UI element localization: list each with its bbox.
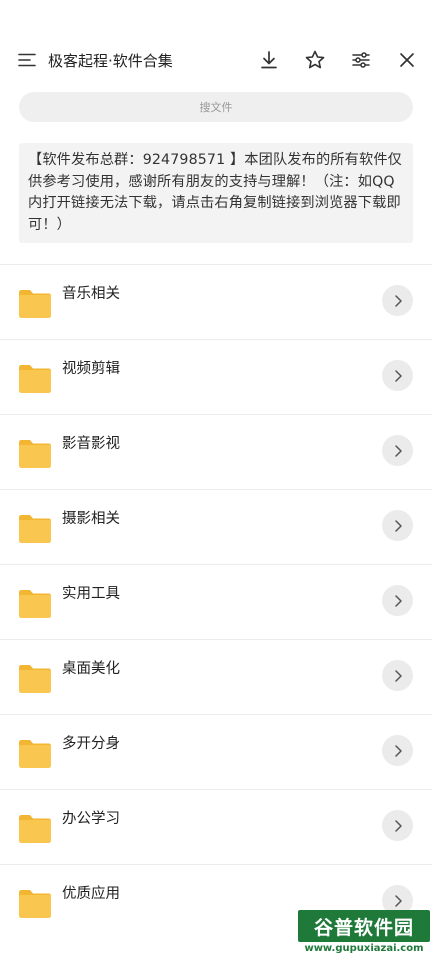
menu-button[interactable]	[14, 50, 40, 70]
folder-label: 影音影视	[62, 436, 120, 452]
open-folder-button[interactable]	[382, 360, 413, 391]
watermark: 谷普软件园 www.gupuxiazai.com	[298, 910, 430, 958]
open-folder-button[interactable]	[382, 810, 413, 841]
favorite-button[interactable]	[300, 45, 330, 75]
star-icon	[305, 50, 325, 69]
folder-row-multi-instance[interactable]: 多开分身	[0, 714, 432, 789]
settings-button[interactable]	[346, 45, 376, 75]
folder-label: 摄影相关	[62, 511, 120, 527]
chevron-right-icon	[394, 594, 402, 607]
close-button[interactable]	[392, 45, 422, 75]
folder-icon	[19, 665, 51, 693]
folder-icon	[19, 740, 51, 768]
chevron-right-icon	[394, 519, 402, 532]
watermark-url: www.gupuxiazai.com	[304, 943, 424, 954]
open-folder-button[interactable]	[382, 435, 413, 466]
folder-label: 视频剪辑	[62, 361, 120, 377]
chevron-right-icon	[394, 819, 402, 832]
folder-row-photography[interactable]: 摄影相关	[0, 489, 432, 564]
folder-icon	[19, 815, 51, 843]
folder-label: 优质应用	[62, 886, 120, 902]
download-icon	[261, 51, 277, 69]
chevron-right-icon	[394, 894, 402, 907]
folder-icon	[19, 890, 51, 918]
folder-label: 办公学习	[62, 811, 120, 827]
notice-box: 【软件发布总群：924798571 】本团队发布的所有软件仅供参考习使用，感谢所…	[19, 143, 413, 243]
folder-icon	[19, 365, 51, 393]
folder-icon	[19, 590, 51, 618]
folder-label: 桌面美化	[62, 661, 120, 677]
folder-icon	[19, 515, 51, 543]
watermark-name: 谷普软件园	[313, 916, 414, 939]
folder-row-music[interactable]: 音乐相关	[0, 264, 432, 339]
top-bar: 极客起程·软件合集	[0, 38, 432, 82]
notice-text: 【软件发布总群：924798571 】本团队发布的所有软件仅供参考习使用，感谢所…	[28, 152, 402, 233]
page-title: 极客起程·软件合集	[48, 51, 173, 70]
header-actions	[238, 38, 422, 82]
chevron-right-icon	[394, 669, 402, 682]
chevron-right-icon	[394, 744, 402, 757]
folder-row-tools[interactable]: 实用工具	[0, 564, 432, 639]
open-folder-button[interactable]	[382, 510, 413, 541]
search-input[interactable]: 搜文件	[19, 92, 413, 122]
open-folder-button[interactable]	[382, 585, 413, 616]
folder-row-video-editing[interactable]: 视频剪辑	[0, 339, 432, 414]
chevron-right-icon	[394, 444, 402, 457]
folder-label: 实用工具	[62, 586, 120, 602]
open-folder-button[interactable]	[382, 285, 413, 316]
folder-list: 音乐相关 视频剪辑 影音影视 摄影相关 实用工具 桌面美化 多开分身 办公学习	[0, 264, 432, 939]
open-folder-button[interactable]	[382, 660, 413, 691]
folder-label: 多开分身	[62, 736, 120, 752]
folder-icon	[19, 290, 51, 318]
search-placeholder: 搜文件	[199, 101, 233, 114]
folder-label: 音乐相关	[62, 286, 120, 302]
chevron-right-icon	[394, 294, 402, 307]
settings-sliders-icon	[352, 52, 370, 68]
open-folder-button[interactable]	[382, 735, 413, 766]
folder-row-desktop[interactable]: 桌面美化	[0, 639, 432, 714]
folder-icon	[19, 440, 51, 468]
watermark-logo: 谷普软件园	[298, 910, 430, 942]
download-button[interactable]	[254, 45, 284, 75]
folder-row-office[interactable]: 办公学习	[0, 789, 432, 864]
chevron-right-icon	[394, 369, 402, 382]
close-icon	[400, 53, 414, 67]
menu-icon	[18, 53, 36, 67]
folder-row-media[interactable]: 影音影视	[0, 414, 432, 489]
